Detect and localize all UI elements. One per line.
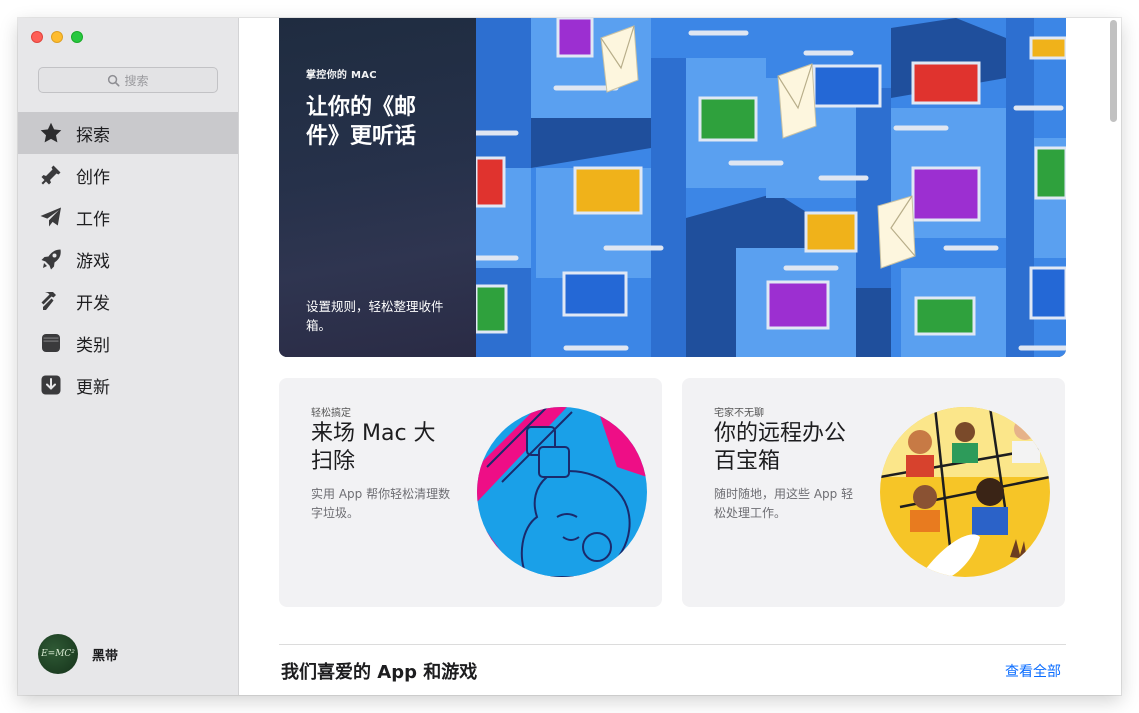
- close-window-button[interactable]: [31, 31, 43, 43]
- user-name: 黑带: [92, 648, 119, 664]
- card-title: 你的远程办公百宝箱: [714, 421, 847, 474]
- sidebar-item-develop[interactable]: 开发: [18, 280, 238, 322]
- search-placeholder: 搜索: [124, 73, 149, 88]
- sidebar-item-games[interactable]: 游戏: [18, 238, 238, 280]
- star-icon: [38, 120, 64, 146]
- sidebar-item-label: 类别: [76, 335, 110, 356]
- rocket-icon: [38, 246, 64, 272]
- hero-text-panel: 掌控你的 MAC 让你的《邮件》更听话 设置规则，轻松整理收件箱。: [279, 18, 476, 357]
- brush-icon: [38, 162, 64, 188]
- feature-card-mac-cleanup[interactable]: 轻松搞定 来场 Mac 大扫除 实用 App 帮你轻松清理数字垃圾。: [279, 378, 662, 607]
- scrollbar-thumb[interactable]: [1110, 20, 1117, 122]
- window-controls: [31, 31, 83, 43]
- search-field[interactable]: 搜索: [38, 67, 218, 93]
- sidebar-item-label: 更新: [76, 377, 110, 398]
- hero-description: 设置规则，轻松整理收件箱。: [306, 299, 444, 333]
- card-eyebrow: 宅家不无聊: [714, 408, 764, 419]
- sidebar-item-categories[interactable]: 类别: [18, 322, 238, 364]
- main-content: 掌控你的 MAC 让你的《邮件》更听话 设置规则，轻松整理收件箱。 轻松搞定 来…: [239, 18, 1121, 695]
- download-icon: [38, 372, 64, 398]
- hero-eyebrow: 掌控你的 MAC: [306, 70, 377, 81]
- scrollbar[interactable]: [1108, 18, 1118, 695]
- account-button[interactable]: E=MC² 黑带: [38, 634, 118, 674]
- section-title: 我们喜爱的 App 和游戏: [281, 662, 478, 683]
- sidebar-item-create[interactable]: 创作: [18, 154, 238, 196]
- card-description: 随时随地，用这些 App 轻松处理工作。: [714, 487, 854, 520]
- search-icon: [108, 74, 121, 87]
- sidebar-item-discover[interactable]: 探索: [18, 112, 238, 154]
- stack-icon: [38, 330, 64, 356]
- sidebar-item-label: 工作: [76, 209, 110, 230]
- hammer-icon: [38, 288, 64, 314]
- maximize-window-button[interactable]: [71, 31, 83, 43]
- feature-card-remote-work[interactable]: 宅家不无聊 你的远程办公百宝箱 随时随地，用这些 App 轻松处理工作。: [682, 378, 1065, 607]
- sidebar-item-work[interactable]: 工作: [18, 196, 238, 238]
- paper-plane-icon: [38, 204, 64, 230]
- sidebar: 搜索 探索 创作 工作 游戏 开发 类别 更新 E=MC² 黑带: [18, 18, 239, 695]
- hero-title: 让你的《邮件》更听话: [306, 95, 417, 149]
- sidebar-nav: 探索 创作 工作 游戏 开发 类别 更新: [18, 112, 238, 406]
- remote-work-illustration: [880, 407, 1050, 577]
- app-store-window: 搜索 探索 创作 工作 游戏 开发 类别 更新 E=MC² 黑带 掌控你的 MA…: [18, 18, 1121, 695]
- hero-banner[interactable]: 掌控你的 MAC 让你的《邮件》更听话 设置规则，轻松整理收件箱。: [279, 18, 1066, 357]
- card-description: 实用 App 帮你轻松清理数字垃圾。: [311, 487, 451, 520]
- hero-illustration: [476, 18, 1066, 357]
- card-title: 来场 Mac 大扫除: [311, 421, 436, 474]
- minimize-window-button[interactable]: [51, 31, 63, 43]
- sidebar-item-label: 探索: [76, 125, 110, 146]
- sidebar-item-label: 游戏: [76, 251, 110, 272]
- section-divider: [279, 644, 1066, 645]
- cleanup-illustration: [477, 407, 647, 577]
- see-all-link[interactable]: 查看全部: [1005, 661, 1061, 681]
- avatar: E=MC²: [38, 634, 78, 674]
- sidebar-item-label: 开发: [76, 293, 110, 314]
- sidebar-item-updates[interactable]: 更新: [18, 364, 238, 406]
- card-eyebrow: 轻松搞定: [311, 408, 351, 419]
- sidebar-item-label: 创作: [76, 167, 110, 188]
